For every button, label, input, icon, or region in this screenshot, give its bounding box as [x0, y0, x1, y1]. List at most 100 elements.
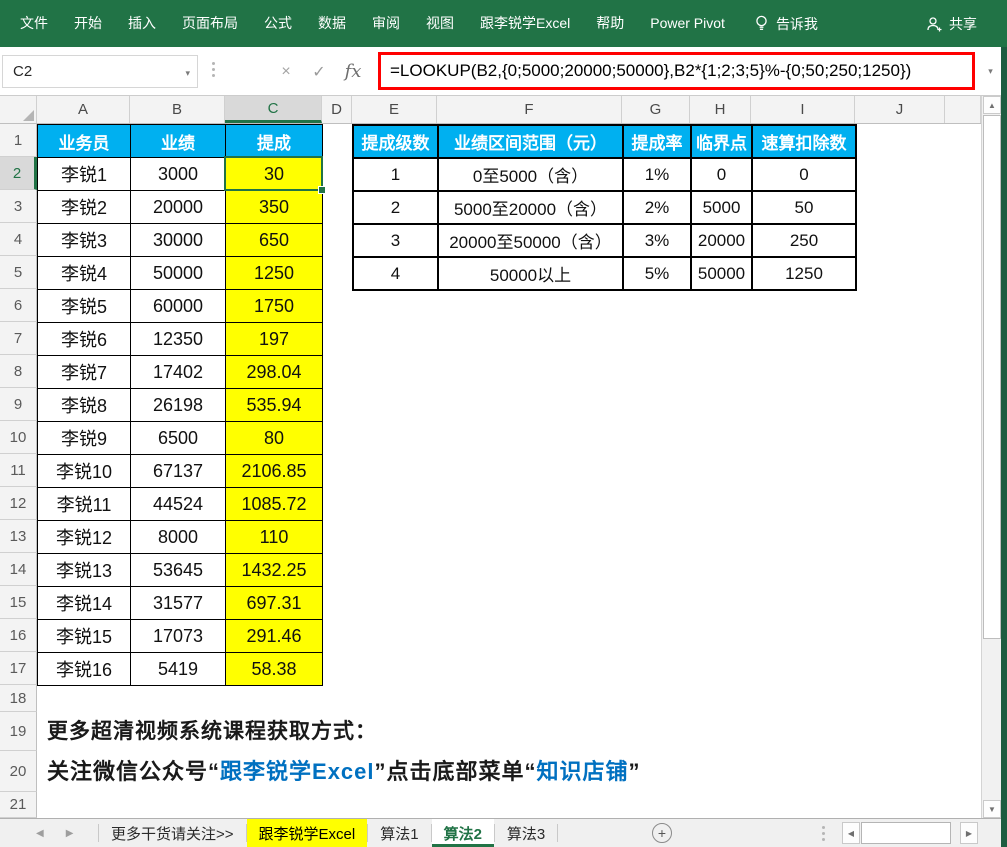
cell-C9[interactable]: 535.94	[226, 389, 323, 422]
cell-A2[interactable]: 李锐1	[38, 158, 131, 191]
cell-C15[interactable]: 697.31	[226, 587, 323, 620]
cell-B16[interactable]: 17073	[131, 620, 226, 653]
row-header-10[interactable]: 10	[0, 421, 37, 454]
column-header-C[interactable]: C	[225, 96, 322, 123]
row-header-1[interactable]: 1	[0, 124, 37, 157]
cell-A6[interactable]: 李锐5	[38, 290, 131, 323]
row-header-7[interactable]: 7	[0, 322, 37, 355]
cell-B17[interactable]: 5419	[131, 653, 226, 686]
cell-A5[interactable]: 李锐4	[38, 257, 131, 290]
cell-B2[interactable]: 3000	[131, 158, 226, 191]
column-header-I[interactable]: I	[751, 96, 855, 123]
cell-F4[interactable]: 20000至50000（含）	[439, 225, 624, 258]
scroll-right-icon[interactable]: ▶	[960, 822, 978, 844]
ribbon-tab-6[interactable]: 数据	[305, 0, 359, 47]
scroll-down-icon[interactable]: ▼	[983, 800, 1001, 818]
row-header-12[interactable]: 12	[0, 487, 37, 520]
cell-F5[interactable]: 50000以上	[439, 258, 624, 291]
fill-handle[interactable]	[318, 186, 326, 194]
cell-E3[interactable]: 2	[354, 192, 439, 225]
cell-I1[interactable]: 速算扣除数	[753, 126, 857, 159]
horizontal-scrollbar-thumb[interactable]	[861, 822, 951, 844]
cell-B6[interactable]: 60000	[131, 290, 226, 323]
select-all-button[interactable]	[0, 96, 37, 123]
cell-C8[interactable]: 298.04	[226, 356, 323, 389]
cell-C13[interactable]: 110	[226, 521, 323, 554]
formula-input[interactable]: =LOOKUP(B2,{0;5000;20000;50000},B2*{1;2;…	[378, 52, 975, 90]
ribbon-tab-1[interactable]: 文件	[7, 0, 61, 47]
ribbon-tab-11[interactable]: Power Pivot	[637, 0, 738, 47]
row-header-13[interactable]: 13	[0, 520, 37, 553]
column-header-F[interactable]: F	[437, 96, 622, 123]
tell-me-button[interactable]: 告诉我	[754, 14, 818, 34]
row-header-20[interactable]: 20	[0, 751, 37, 792]
cell-I4[interactable]: 250	[753, 225, 857, 258]
cell-F3[interactable]: 5000至20000（含）	[439, 192, 624, 225]
name-box-dropdown-icon[interactable]: ▾	[185, 68, 190, 79]
cell-H2[interactable]: 0	[692, 159, 753, 192]
cell-B4[interactable]: 30000	[131, 224, 226, 257]
cell-A13[interactable]: 李锐12	[38, 521, 131, 554]
cell-C12[interactable]: 1085.72	[226, 488, 323, 521]
horizontal-scrollbar[interactable]: ◀ ▶	[842, 822, 978, 844]
sheet-bar-grip[interactable]	[822, 826, 825, 829]
cell-B7[interactable]: 12350	[131, 323, 226, 356]
cell-G4[interactable]: 3%	[624, 225, 692, 258]
cell-B9[interactable]: 26198	[131, 389, 226, 422]
cell-B10[interactable]: 6500	[131, 422, 226, 455]
sheet-nav-left-icon[interactable]: ◀	[36, 828, 44, 839]
column-header-E[interactable]: E	[352, 96, 437, 123]
row-header-15[interactable]: 15	[0, 586, 37, 619]
enter-icon[interactable]: ✓	[303, 55, 335, 88]
cell-H5[interactable]: 50000	[692, 258, 753, 291]
cell-C7[interactable]: 197	[226, 323, 323, 356]
cell-A1[interactable]: 业务员	[38, 125, 131, 158]
cell-B12[interactable]: 44524	[131, 488, 226, 521]
name-box[interactable]: C2 ▾	[2, 55, 198, 88]
sheet-tab-4[interactable]: 算法2	[432, 819, 494, 847]
cell-I5[interactable]: 1250	[753, 258, 857, 291]
cell-I3[interactable]: 50	[753, 192, 857, 225]
cell-A4[interactable]: 李锐3	[38, 224, 131, 257]
cell-B8[interactable]: 17402	[131, 356, 226, 389]
cell-C6[interactable]: 1750	[226, 290, 323, 323]
cell-C10[interactable]: 80	[226, 422, 323, 455]
vertical-scrollbar[interactable]: ▲ ▼	[981, 96, 1001, 818]
cell-G3[interactable]: 2%	[624, 192, 692, 225]
sheet-tab-3[interactable]: 算法1	[368, 819, 430, 847]
cell-C14[interactable]: 1432.25	[226, 554, 323, 587]
sheet-nav-right-icon[interactable]: ▶	[66, 828, 74, 839]
ribbon-tab-8[interactable]: 视图	[413, 0, 467, 47]
cell-A15[interactable]: 李锐14	[38, 587, 131, 620]
ribbon-tab-4[interactable]: 页面布局	[169, 0, 251, 47]
cell-E5[interactable]: 4	[354, 258, 439, 291]
cell-H4[interactable]: 20000	[692, 225, 753, 258]
sheet-tab-2[interactable]: 跟李锐学Excel	[247, 819, 368, 847]
cell-E1[interactable]: 提成级数	[354, 126, 439, 159]
cell-B5[interactable]: 50000	[131, 257, 226, 290]
cell-C3[interactable]: 350	[226, 191, 323, 224]
cell-A3[interactable]: 李锐2	[38, 191, 131, 224]
column-header-G[interactable]: G	[622, 96, 690, 123]
column-header-H[interactable]: H	[690, 96, 751, 123]
sheet-tab-1[interactable]: 更多干货请关注>>	[99, 819, 246, 847]
row-header-18[interactable]: 18	[0, 685, 37, 712]
formula-bar-grip[interactable]	[212, 62, 215, 65]
cell-F2[interactable]: 0至5000（含）	[439, 159, 624, 192]
cell-C5[interactable]: 1250	[226, 257, 323, 290]
cell-A10[interactable]: 李锐9	[38, 422, 131, 455]
row-header-21[interactable]: 21	[0, 792, 37, 818]
row-header-4[interactable]: 4	[0, 223, 37, 256]
cell-B11[interactable]: 67137	[131, 455, 226, 488]
cell-C4[interactable]: 650	[226, 224, 323, 257]
formula-bar-expand-icon[interactable]: ▾	[980, 55, 1001, 88]
row-header-6[interactable]: 6	[0, 289, 37, 322]
vertical-scrollbar-thumb[interactable]	[983, 115, 1001, 639]
cell-I2[interactable]: 0	[753, 159, 857, 192]
column-header-J[interactable]: J	[855, 96, 945, 123]
row-header-2[interactable]: 2	[0, 157, 37, 190]
cell-A17[interactable]: 李锐16	[38, 653, 131, 686]
cell-B3[interactable]: 20000	[131, 191, 226, 224]
row-header-5[interactable]: 5	[0, 256, 37, 289]
ribbon-tab-9[interactable]: 跟李锐学Excel	[467, 0, 583, 47]
